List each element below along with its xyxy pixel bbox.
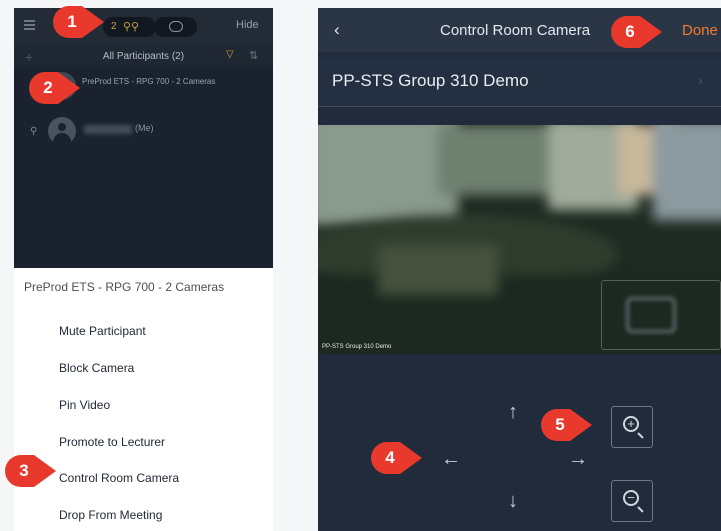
self-view-thumbnail[interactable] [601, 280, 721, 350]
avatar [48, 117, 76, 145]
page-title: Control Room Camera [440, 22, 591, 39]
chevron-right-icon: › [698, 72, 703, 88]
callout-number: 1 [67, 12, 77, 31]
pan-right-button[interactable]: → [568, 448, 588, 471]
block-camera-item[interactable]: Block Camera [59, 361, 134, 375]
callout-6: 6 [610, 15, 664, 49]
video-caption: PP-STS Group 310 Demo [322, 344, 392, 350]
redacted-name [84, 125, 132, 134]
chat-toggle[interactable] [154, 17, 197, 37]
callout-5: 5 [540, 408, 594, 442]
sort-icon[interactable]: ⇅ [249, 49, 258, 62]
zoom-in-icon: + [623, 416, 639, 432]
callout-number: 2 [43, 78, 53, 97]
sheet-title: PreProd ETS - RPG 700 - 2 Cameras [24, 280, 225, 294]
people-icon: ⚲⚲ [123, 21, 140, 33]
done-button[interactable]: Done [682, 22, 718, 39]
participant-name[interactable]: PreProd ETS - RPG 700 - 2 Cameras [82, 77, 222, 87]
hide-button[interactable]: Hide [236, 19, 259, 31]
mute-participant-item[interactable]: Mute Participant [59, 324, 146, 338]
filter-icon[interactable]: ▽ [226, 49, 234, 60]
callout-number: 6 [625, 22, 635, 41]
self-label: (Me) [135, 123, 154, 133]
participants-header: + All Participants (2) ▽ ⇅ [14, 45, 273, 67]
back-icon[interactable]: ‹ [334, 20, 340, 40]
menu-icon[interactable] [24, 20, 35, 30]
zoom-in-button[interactable]: + [611, 406, 653, 448]
callout-4: 4 [370, 441, 424, 475]
control-room-camera-item[interactable]: Control Room Camera [59, 471, 179, 485]
promote-to-lecturer-item[interactable]: Promote to Lecturer [59, 435, 165, 449]
callout-number: 5 [555, 415, 565, 434]
pan-down-button[interactable]: ↓ [508, 490, 518, 513]
callout-1: 1 [52, 5, 106, 39]
zoom-out-icon: − [623, 490, 639, 506]
callout-number: 4 [385, 448, 395, 467]
chat-icon [169, 21, 183, 32]
camera-off-icon [626, 297, 676, 333]
host-icon: ⚲ [30, 126, 38, 137]
participant-action-sheet: PreProd ETS - RPG 700 - 2 Cameras Mute P… [14, 268, 273, 531]
drop-from-meeting-item[interactable]: Drop From Meeting [59, 508, 162, 522]
callout-2: 2 [28, 71, 82, 105]
zoom-out-button[interactable]: − [611, 480, 653, 522]
participants-toggle[interactable]: 2 ⚲⚲ [103, 17, 156, 37]
room-name: PP-STS Group 310 Demo [332, 71, 529, 90]
participants-title: All Participants (2) [102, 51, 185, 62]
pan-up-button[interactable]: ↑ [508, 401, 518, 424]
pin-video-item[interactable]: Pin Video [59, 398, 110, 412]
callout-number: 3 [19, 461, 29, 480]
pan-left-button[interactable]: ← [441, 448, 461, 471]
participant-count: 2 [111, 21, 117, 32]
callout-3: 3 [4, 454, 58, 488]
room-selector[interactable]: PP-STS Group 310 Demo › [318, 57, 721, 107]
